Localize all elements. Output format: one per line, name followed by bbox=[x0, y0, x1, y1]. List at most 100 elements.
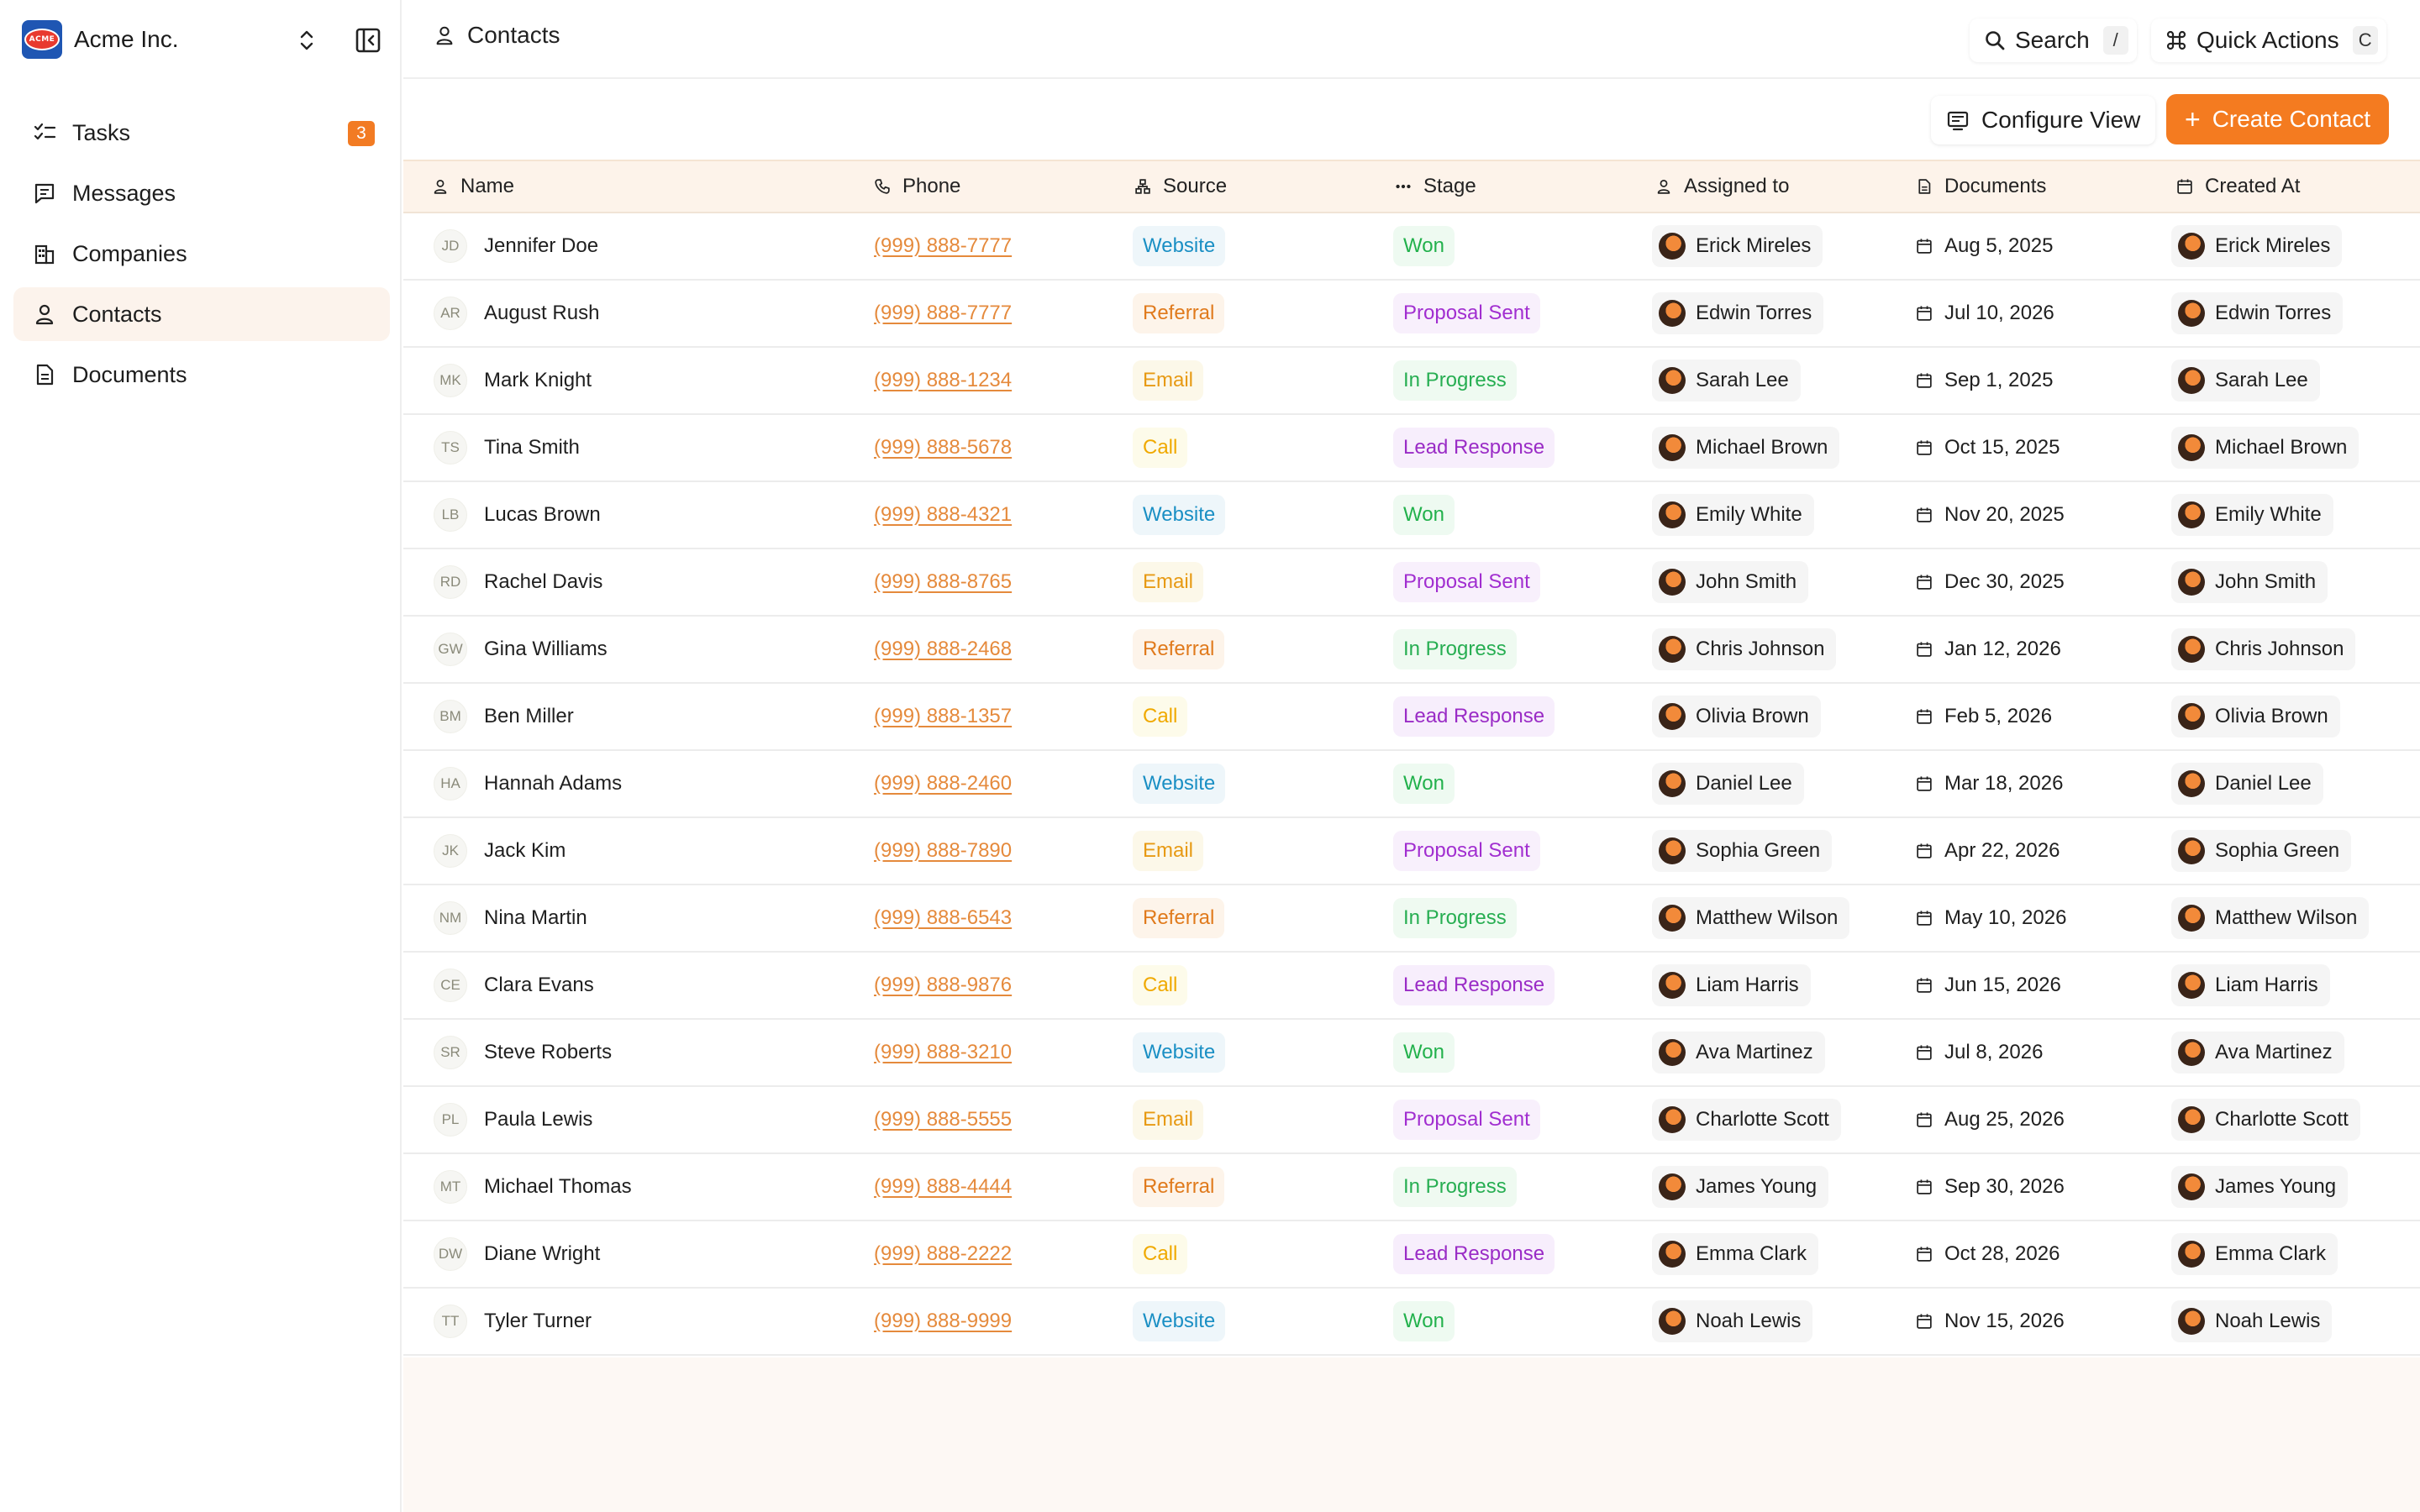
assignee-chip[interactable]: Erick Mireles bbox=[1652, 225, 1823, 267]
contact-name[interactable]: Mark Knight bbox=[484, 369, 592, 392]
column-header-assigned[interactable]: Assigned to bbox=[1655, 175, 1789, 198]
assignee-chip[interactable]: Noah Lewis bbox=[1652, 1300, 1813, 1342]
assignee-chip[interactable]: Edwin Torres bbox=[1652, 292, 1824, 334]
creator-chip[interactable]: John Smith bbox=[2171, 561, 2328, 603]
contact-name[interactable]: Tyler Turner bbox=[484, 1310, 592, 1333]
assignee-chip[interactable]: Olivia Brown bbox=[1652, 696, 1821, 738]
sidebar-item-contacts[interactable]: Contacts bbox=[13, 287, 390, 341]
creator-chip[interactable]: Chris Johnson bbox=[2171, 628, 2356, 670]
contact-name[interactable]: Nina Martin bbox=[484, 906, 587, 930]
column-header-source[interactable]: Source bbox=[1134, 175, 1227, 198]
phone-link[interactable]: (999) 888-7890 bbox=[874, 839, 1012, 863]
creator-chip[interactable]: Olivia Brown bbox=[2171, 696, 2340, 738]
table-row[interactable]: DW Diane Wright (999) 888-2222 Call Lead… bbox=[403, 1221, 2420, 1289]
table-row[interactable]: CE Clara Evans (999) 888-9876 Call Lead … bbox=[403, 953, 2420, 1020]
column-header-documents[interactable]: Documents bbox=[1916, 175, 2046, 198]
table-row[interactable]: GW Gina Williams (999) 888-2468 Referral… bbox=[403, 617, 2420, 684]
creator-chip[interactable]: Liam Harris bbox=[2171, 964, 2330, 1006]
assignee-chip[interactable]: Emma Clark bbox=[1652, 1233, 1819, 1275]
phone-link[interactable]: (999) 888-5555 bbox=[874, 1108, 1012, 1131]
phone-link[interactable]: (999) 888-2222 bbox=[874, 1242, 1012, 1266]
table-row[interactable]: TS Tina Smith (999) 888-5678 Call Lead R… bbox=[403, 415, 2420, 482]
phone-link[interactable]: (999) 888-3210 bbox=[874, 1041, 1012, 1064]
table-row[interactable]: RD Rachel Davis (999) 888-8765 Email Pro… bbox=[403, 549, 2420, 617]
phone-link[interactable]: (999) 888-1357 bbox=[874, 705, 1012, 728]
sidebar-item-documents[interactable]: Documents bbox=[13, 348, 390, 402]
phone-link[interactable]: (999) 888-9876 bbox=[874, 974, 1012, 997]
creator-chip[interactable]: Ava Martinez bbox=[2171, 1032, 2344, 1074]
creator-chip[interactable]: Emily White bbox=[2171, 494, 2333, 536]
creator-chip[interactable]: Charlotte Scott bbox=[2171, 1099, 2360, 1141]
configure-view-button[interactable]: Configure View bbox=[1931, 96, 2156, 144]
table-row[interactable]: PL Paula Lewis (999) 888-5555 Email Prop… bbox=[403, 1087, 2420, 1154]
creator-chip[interactable]: Erick Mireles bbox=[2171, 225, 2343, 267]
assignee-chip[interactable]: Matthew Wilson bbox=[1652, 897, 1850, 939]
assignee-chip[interactable]: Sarah Lee bbox=[1652, 360, 1801, 402]
contact-name[interactable]: Tina Smith bbox=[484, 436, 580, 459]
column-header-created[interactable]: Created At bbox=[2176, 175, 2300, 198]
contact-name[interactable]: August Rush bbox=[484, 302, 599, 325]
phone-link[interactable]: (999) 888-2468 bbox=[874, 638, 1012, 661]
search-button[interactable]: Search / bbox=[1970, 18, 2137, 62]
column-header-stage[interactable]: Stage bbox=[1395, 175, 1476, 198]
phone-link[interactable]: (999) 888-2460 bbox=[874, 772, 1012, 795]
creator-chip[interactable]: Matthew Wilson bbox=[2171, 897, 2370, 939]
contact-name[interactable]: Michael Thomas bbox=[484, 1175, 632, 1199]
table-row[interactable]: AR August Rush (999) 888-7777 Referral P… bbox=[403, 281, 2420, 348]
contact-name[interactable]: Lucas Brown bbox=[484, 503, 601, 527]
creator-chip[interactable]: Edwin Torres bbox=[2171, 292, 2344, 334]
contact-name[interactable]: Rachel Davis bbox=[484, 570, 602, 594]
assignee-chip[interactable]: Emily White bbox=[1652, 494, 1814, 536]
assignee-chip[interactable]: John Smith bbox=[1652, 561, 1809, 603]
contact-name[interactable]: Jennifer Doe bbox=[484, 234, 598, 258]
table-row[interactable]: HA Hannah Adams (999) 888-2460 Website W… bbox=[403, 751, 2420, 818]
phone-link[interactable]: (999) 888-6543 bbox=[874, 906, 1012, 930]
creator-chip[interactable]: Noah Lewis bbox=[2171, 1300, 2333, 1342]
table-row[interactable]: TT Tyler Turner (999) 888-9999 Website W… bbox=[403, 1289, 2420, 1356]
sidebar-item-companies[interactable]: Companies bbox=[13, 227, 390, 281]
contact-name[interactable]: Diane Wright bbox=[484, 1242, 600, 1266]
creator-chip[interactable]: James Young bbox=[2171, 1166, 2349, 1208]
table-row[interactable]: NM Nina Martin (999) 888-6543 Referral I… bbox=[403, 885, 2420, 953]
phone-link[interactable]: (999) 888-7777 bbox=[874, 234, 1012, 258]
sidebar-item-tasks[interactable]: Tasks 3 bbox=[13, 106, 390, 160]
column-header-phone[interactable]: Phone bbox=[874, 175, 960, 198]
assignee-chip[interactable]: Ava Martinez bbox=[1652, 1032, 1825, 1074]
contact-name[interactable]: Hannah Adams bbox=[484, 772, 622, 795]
phone-link[interactable]: (999) 888-9999 bbox=[874, 1310, 1012, 1333]
assignee-chip[interactable]: Daniel Lee bbox=[1652, 763, 1804, 805]
contact-name[interactable]: Jack Kim bbox=[484, 839, 566, 863]
table-row[interactable]: JD Jennifer Doe (999) 888-7777 Website W… bbox=[403, 213, 2420, 281]
phone-link[interactable]: (999) 888-7777 bbox=[874, 302, 1012, 325]
creator-chip[interactable]: Sarah Lee bbox=[2171, 360, 2320, 402]
table-row[interactable]: MT Michael Thomas (999) 888-4444 Referra… bbox=[403, 1154, 2420, 1221]
contact-name[interactable]: Steve Roberts bbox=[484, 1041, 612, 1064]
chevron-up-down-icon[interactable] bbox=[292, 25, 321, 55]
phone-link[interactable]: (999) 888-1234 bbox=[874, 369, 1012, 392]
creator-chip[interactable]: Sophia Green bbox=[2171, 830, 2352, 872]
assignee-chip[interactable]: Charlotte Scott bbox=[1652, 1099, 1841, 1141]
quick-actions-button[interactable]: Quick Actions C bbox=[2151, 18, 2386, 62]
phone-link[interactable]: (999) 888-8765 bbox=[874, 570, 1012, 594]
workspace-switcher[interactable]: ACME Acme Inc. bbox=[22, 18, 178, 60]
contact-name[interactable]: Clara Evans bbox=[484, 974, 594, 997]
assignee-chip[interactable]: Chris Johnson bbox=[1652, 628, 1837, 670]
sidebar-collapse-icon[interactable] bbox=[353, 25, 383, 55]
phone-link[interactable]: (999) 888-4321 bbox=[874, 503, 1012, 527]
assignee-chip[interactable]: Sophia Green bbox=[1652, 830, 1833, 872]
table-row[interactable]: SR Steve Roberts (999) 888-3210 Website … bbox=[403, 1020, 2420, 1087]
phone-link[interactable]: (999) 888-5678 bbox=[874, 436, 1012, 459]
table-row[interactable]: MK Mark Knight (999) 888-1234 Email In P… bbox=[403, 348, 2420, 415]
phone-link[interactable]: (999) 888-4444 bbox=[874, 1175, 1012, 1199]
contact-name[interactable]: Ben Miller bbox=[484, 705, 574, 728]
sidebar-item-messages[interactable]: Messages bbox=[13, 166, 390, 220]
assignee-chip[interactable]: James Young bbox=[1652, 1166, 1829, 1208]
contact-name[interactable]: Paula Lewis bbox=[484, 1108, 592, 1131]
creator-chip[interactable]: Emma Clark bbox=[2171, 1233, 2338, 1275]
assignee-chip[interactable]: Liam Harris bbox=[1652, 964, 1811, 1006]
contact-name[interactable]: Gina Williams bbox=[484, 638, 608, 661]
table-row[interactable]: LB Lucas Brown (999) 888-4321 Website Wo… bbox=[403, 482, 2420, 549]
creator-chip[interactable]: Daniel Lee bbox=[2171, 763, 2323, 805]
column-header-name[interactable]: Name bbox=[432, 175, 514, 198]
table-row[interactable]: JK Jack Kim (999) 888-7890 Email Proposa… bbox=[403, 818, 2420, 885]
